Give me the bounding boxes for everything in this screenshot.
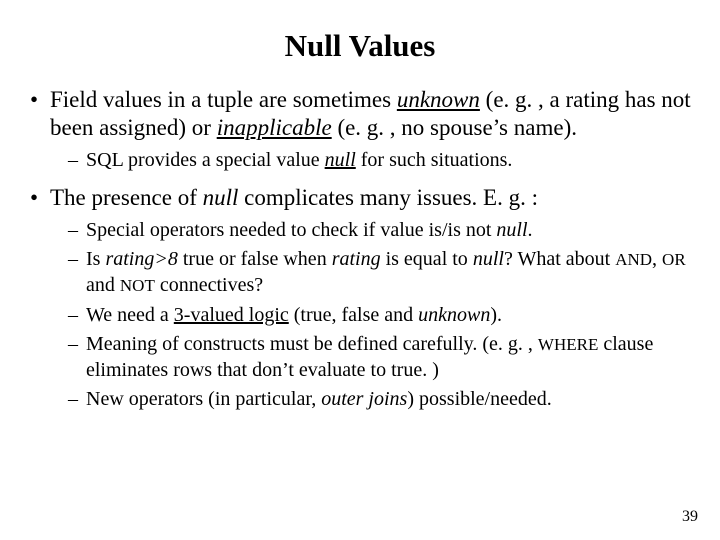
- term-unknown: unknown: [418, 304, 490, 326]
- text: The presence of: [50, 185, 203, 210]
- term-unknown: unknown: [397, 87, 480, 112]
- slide: Null Values Field values in a tuple are …: [0, 0, 720, 540]
- text: connectives?: [155, 274, 263, 296]
- text: (true, false and: [289, 304, 418, 326]
- text: .: [528, 219, 533, 241]
- page-number: 39: [682, 508, 698, 526]
- term-null: null: [496, 219, 527, 241]
- bullet-2: The presence of null complicates many is…: [28, 184, 692, 413]
- keyword-where: WHERE: [538, 335, 598, 354]
- sub-1-1: SQL provides a special value null for su…: [68, 148, 692, 174]
- text: true or false when: [178, 248, 332, 270]
- text: (e. g. , no spouse’s name).: [332, 115, 577, 140]
- text: ).: [490, 304, 502, 326]
- text: is equal to: [381, 248, 473, 270]
- text: complicates many issues. E. g. :: [238, 185, 538, 210]
- bullet-list: Field values in a tuple are sometimes un…: [28, 86, 692, 413]
- keyword-not: NOT: [120, 276, 155, 295]
- term-null: null: [203, 185, 239, 210]
- text: and: [86, 274, 120, 296]
- text: New operators (in particular,: [86, 388, 321, 410]
- keyword-and: AND: [615, 250, 652, 269]
- sub-2-5: New operators (in particular, outer join…: [68, 387, 692, 413]
- sub-2-2: Is rating>8 true or false when rating is…: [68, 247, 692, 298]
- text: for such situations.: [356, 149, 513, 171]
- term-rating-gt-8: rating>8: [105, 248, 177, 270]
- term-rating: rating: [332, 248, 381, 270]
- term-inapplicable: inapplicable: [217, 115, 332, 140]
- term-null: null: [325, 149, 356, 171]
- text: Is: [86, 248, 105, 270]
- sub-2-1: Special operators needed to check if val…: [68, 218, 692, 244]
- bullet-1: Field values in a tuple are sometimes un…: [28, 86, 692, 174]
- term-3-valued-logic: 3-valued logic: [174, 304, 289, 326]
- sub-2-3: We need a 3-valued logic (true, false an…: [68, 303, 692, 329]
- term-outer-joins: outer joins: [321, 388, 407, 410]
- sub-list-1: SQL provides a special value null for su…: [50, 148, 692, 174]
- text: SQL provides a special value: [86, 149, 325, 171]
- text: Special operators needed to check if val…: [86, 219, 496, 241]
- text: We need a: [86, 304, 174, 326]
- term-null: null: [473, 248, 504, 270]
- sub-2-4: Meaning of constructs must be defined ca…: [68, 332, 692, 383]
- text: ,: [652, 248, 662, 270]
- keyword-or: OR: [662, 250, 686, 269]
- text: ? What about: [504, 248, 615, 270]
- slide-title: Null Values: [28, 28, 692, 64]
- text: Meaning of constructs must be defined ca…: [86, 333, 538, 355]
- sub-list-2: Special operators needed to check if val…: [50, 218, 692, 413]
- text: Field values in a tuple are sometimes: [50, 87, 397, 112]
- text: ) possible/needed.: [407, 388, 551, 410]
